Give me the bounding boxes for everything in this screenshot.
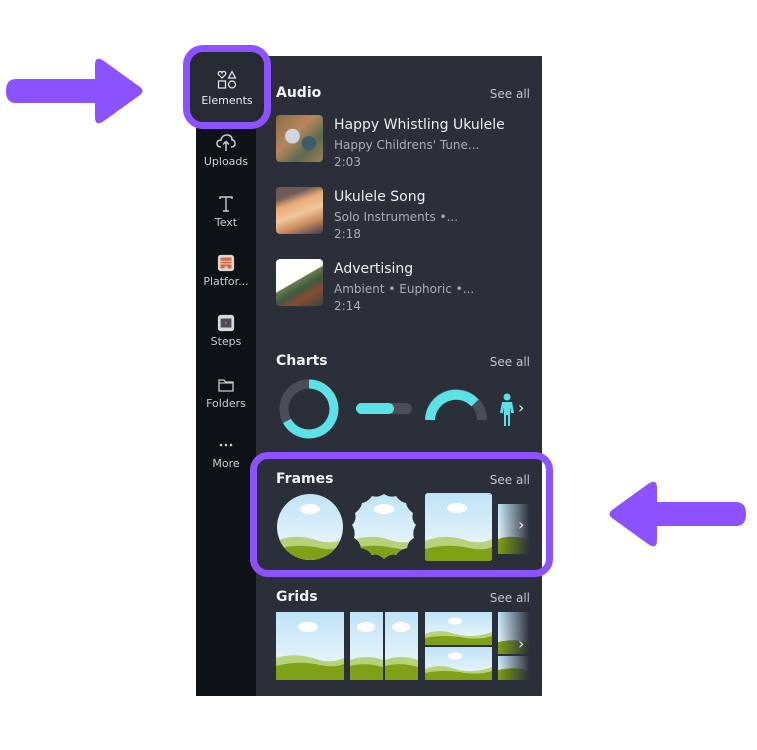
chart-tile-progress-bar[interactable] — [354, 396, 414, 422]
audio-thumbnail — [276, 259, 323, 306]
grids-see-all-link[interactable]: See all — [490, 591, 530, 605]
sidebar-item-label: Elements — [201, 94, 253, 107]
cloud-upload-icon — [216, 134, 236, 151]
sidebar-item-label: More — [212, 457, 240, 470]
sidebar-item-text[interactable]: Text — [196, 195, 256, 229]
sidebar-item-elements[interactable]: Elements — [183, 45, 271, 129]
audio-section-title: Audio — [276, 85, 322, 101]
elements-content: Audio See all Happy Whistling Ukulele Ha… — [256, 56, 542, 696]
sidebar-item-label: Steps — [210, 335, 242, 348]
folder-icon — [218, 379, 234, 392]
sidebar-item-uploads[interactable]: Uploads — [196, 134, 256, 168]
side-panel: Uploads Text Platfor... Steps Folders Mo… — [196, 56, 542, 696]
charts-see-all-link[interactable]: See all — [490, 355, 530, 369]
chart-tile-pictogram[interactable] — [499, 393, 515, 427]
charts-section-title: Charts — [276, 353, 328, 369]
sidebar-item-folders[interactable]: Folders — [196, 376, 256, 410]
audio-track[interactable]: Advertising Ambient • Euphoric •... 2:14 — [276, 259, 536, 317]
audio-subtitle: Ambient • Euphoric •... — [334, 282, 475, 296]
audio-subtitle: Solo Instruments •... — [334, 210, 459, 224]
grid-tile-single[interactable] — [276, 612, 344, 680]
audio-title: Advertising — [334, 261, 414, 277]
audio-title: Happy Whistling Ukulele — [334, 117, 505, 133]
grids-next-button[interactable]: › — [518, 634, 524, 653]
sidebar-item-label: Platfor... — [203, 275, 249, 288]
grid-tile-two-columns[interactable] — [350, 612, 418, 680]
audio-duration: 2:03 — [334, 155, 361, 169]
elements-shapes-icon — [217, 70, 237, 89]
chart-tile-gauge[interactable] — [424, 384, 488, 424]
grids-section-title: Grids — [276, 589, 318, 605]
audio-duration: 2:14 — [334, 299, 361, 313]
audio-subtitle: Happy Childrens' Tune... — [334, 138, 480, 152]
pointer-arrow-left-icon — [609, 481, 746, 547]
chart-tile-donut[interactable] — [276, 376, 342, 442]
grid-tile-partial[interactable] — [498, 612, 530, 680]
audio-track[interactable]: Ukulele Song Solo Instruments •... 2:18 — [276, 187, 536, 245]
sidebar-item-label: Folders — [206, 397, 246, 410]
frames-highlight-outline — [250, 452, 553, 577]
sidebar: Uploads Text Platfor... Steps Folders Mo… — [196, 56, 256, 696]
sidebar-item-label: Uploads — [203, 155, 249, 168]
charts-next-button[interactable]: › — [518, 398, 524, 417]
grid-tile-two-rows[interactable] — [425, 612, 492, 680]
audio-thumbnail — [276, 115, 323, 162]
audio-duration: 2:18 — [334, 227, 361, 241]
audio-track[interactable]: Happy Whistling Ukulele Happy Childrens'… — [276, 115, 536, 173]
audio-thumbnail — [276, 187, 323, 234]
audio-title: Ukulele Song — [334, 189, 426, 205]
steps-app-icon — [217, 314, 235, 332]
sidebar-item-platform[interactable]: Platfor... — [196, 254, 256, 288]
platform-app-icon — [217, 254, 235, 272]
sidebar-item-more[interactable]: More — [196, 436, 256, 470]
more-dots-icon — [219, 443, 233, 447]
pointer-arrow-right-icon — [6, 58, 143, 124]
audio-see-all-link[interactable]: See all — [490, 87, 530, 101]
text-t-icon — [219, 196, 233, 212]
sidebar-item-label: Text — [214, 216, 238, 229]
sidebar-item-steps[interactable]: Steps — [196, 314, 256, 348]
